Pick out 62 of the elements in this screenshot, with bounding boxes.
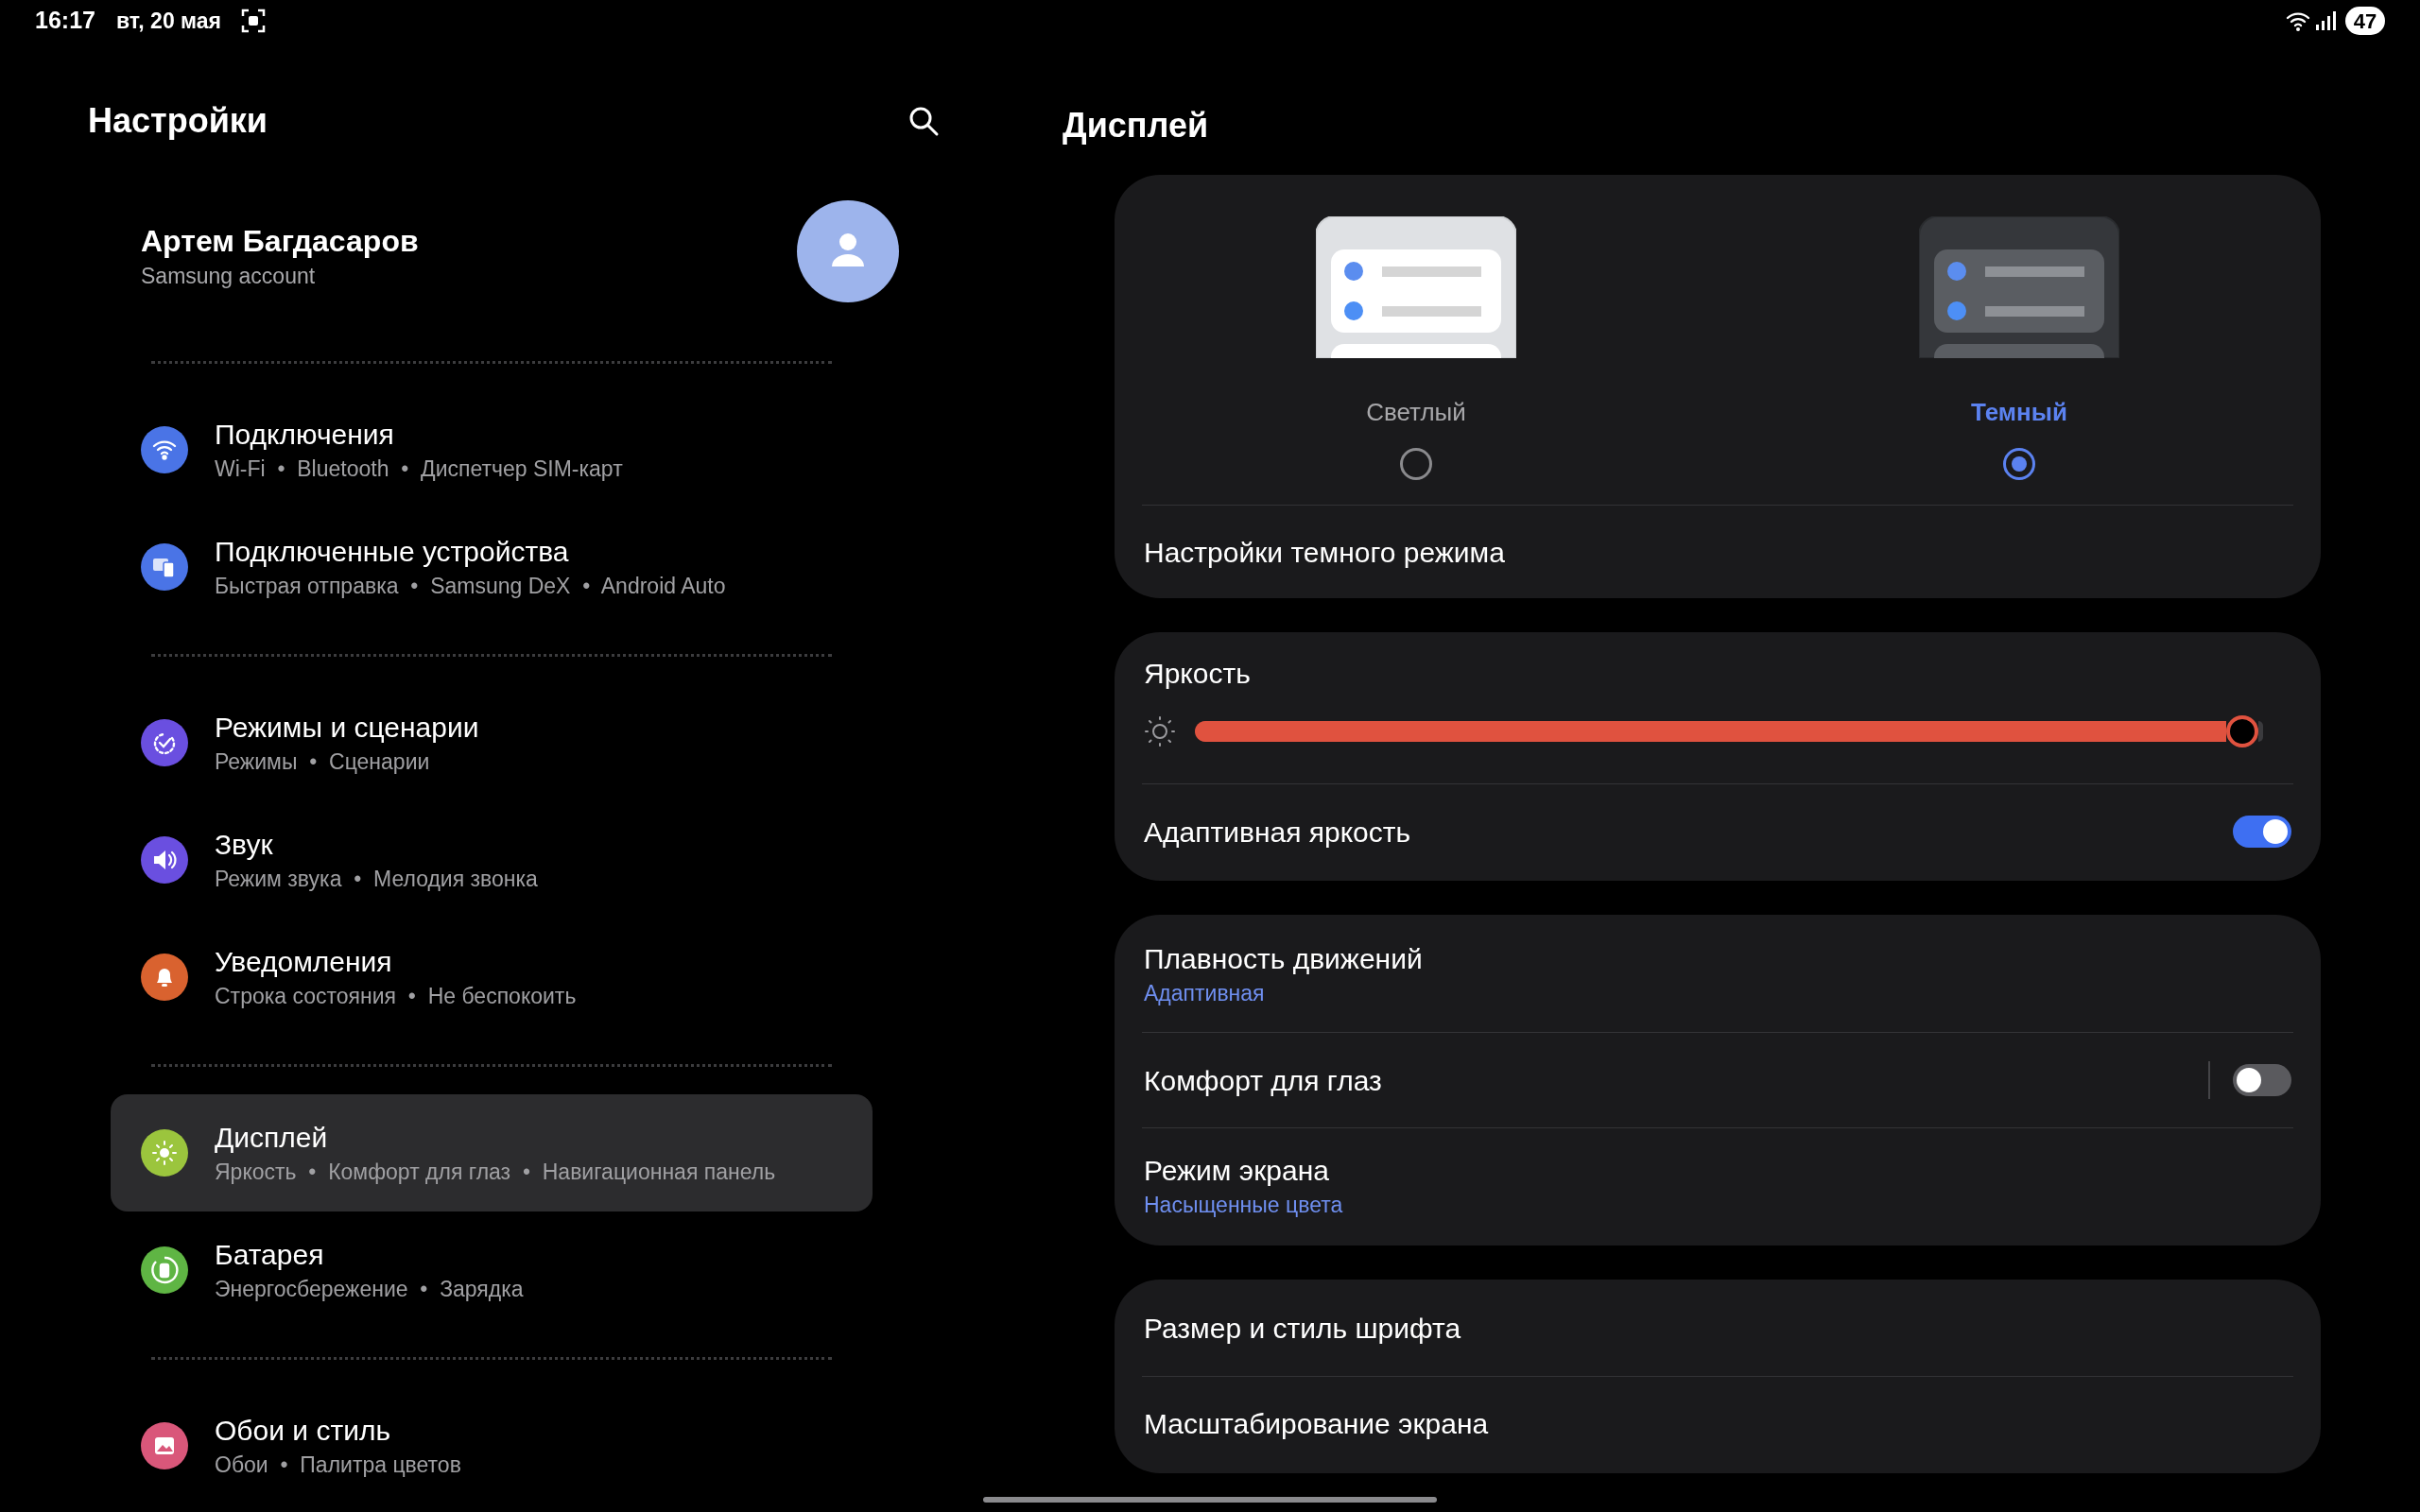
menu-item-subtitle: Энергосбережение • Зарядка bbox=[215, 1276, 524, 1303]
menu-item[interactable]: Дисплей Яркость • Комфорт для глаз • Навигационная панель bbox=[111, 1094, 873, 1211]
slider-track[interactable] bbox=[1195, 715, 2263, 747]
menu-item[interactable]: Подключенные устройства Быстрая отправка • Samsung DeX • Android Auto bbox=[111, 508, 873, 626]
settings-row[interactable]: Настройки темного режима bbox=[1115, 506, 2321, 598]
menu-item[interactable]: Обои и стиль Обои • Палитра цветов bbox=[111, 1387, 873, 1504]
menu-item-subtitle: Wi-Fi • Bluetooth • Диспетчер SIM-карт bbox=[215, 455, 623, 483]
row-label: Режим экрана bbox=[1144, 1154, 1330, 1188]
settings-row[interactable]: Плавность движений Адаптивная bbox=[1115, 917, 2321, 1032]
radio-button[interactable] bbox=[2003, 448, 2035, 480]
menu-item-title: Подключения bbox=[215, 418, 395, 452]
row-label: Яркость bbox=[1144, 657, 1252, 691]
toggle-switch[interactable] bbox=[2233, 1064, 2291, 1096]
row-label: Размер и стиль шрифта bbox=[1144, 1312, 1462, 1346]
toggle-switch[interactable] bbox=[2233, 816, 2291, 848]
menu-item-title: Режимы и сценарии bbox=[215, 711, 479, 745]
battery-indicator: 47 bbox=[2345, 7, 2385, 35]
menu-item-title: Подключенные устройства bbox=[215, 535, 570, 569]
profile-name: Артем Багдасаров bbox=[141, 223, 419, 260]
row-value: Насыщенные цвета bbox=[1144, 1192, 1344, 1219]
row-label: Адаптивная яркость bbox=[1144, 815, 1412, 850]
menu-item-title: Батарея bbox=[215, 1238, 325, 1272]
settings-row[interactable]: Масштабирование экрана bbox=[1142, 1377, 2293, 1471]
theme-label: Темный bbox=[1971, 397, 2067, 428]
radio-button[interactable] bbox=[1400, 448, 1432, 480]
menu-item-subtitle: Режим звука • Мелодия звонка bbox=[215, 866, 538, 893]
wifi-icon bbox=[2285, 9, 2311, 32]
settings-row[interactable]: Размер и стиль шрифта bbox=[1115, 1281, 2321, 1376]
row-label: Масштабирование экрана bbox=[1144, 1407, 1490, 1441]
page-title: Настройки bbox=[88, 100, 268, 142]
status-time: 16:17 bbox=[35, 6, 95, 36]
menu-item-subtitle: Строка состояния • Не беспокоить bbox=[215, 983, 577, 1010]
menu-item-title: Уведомления bbox=[215, 945, 393, 979]
slider-empty-part bbox=[2257, 721, 2263, 742]
menu-item-subtitle: Яркость • Комфорт для глаз • Навигационная панель bbox=[215, 1159, 776, 1186]
row-value: Адаптивная bbox=[1144, 980, 1266, 1007]
status-date: вт, 20 мая bbox=[115, 7, 221, 35]
screenshot-icon bbox=[240, 8, 267, 34]
menu-item[interactable]: Звук Режим звука • Мелодия звонка bbox=[111, 801, 873, 919]
search-icon[interactable] bbox=[908, 105, 940, 137]
menu-item[interactable]: Подключения Wi-Fi • Bluetooth • Диспетчер SIM-карт bbox=[111, 391, 873, 508]
menu-item-title: Звук bbox=[215, 828, 274, 862]
row-label: Плавность движений bbox=[1144, 942, 1424, 976]
theme-label: Светлый bbox=[1366, 397, 1466, 428]
theme-preview-drawing[interactable] bbox=[1919, 216, 2119, 358]
sun-icon bbox=[1144, 715, 1176, 747]
row-label: Комфорт для глаз bbox=[1144, 1063, 1383, 1098]
menu-item[interactable]: Батарея Энергосбережение • Зарядка bbox=[111, 1211, 873, 1329]
menu-item-subtitle: Быстрая отправка • Samsung DeX • Android Auto bbox=[215, 573, 726, 600]
signal-icon bbox=[2315, 10, 2336, 31]
menu-item-subtitle: Режимы • Сценарии bbox=[215, 748, 431, 776]
menu-item-subtitle: Обои • Палитра цветов bbox=[215, 1452, 461, 1479]
settings-row[interactable]: Режим экрана Насыщенные цвета bbox=[1142, 1128, 2293, 1244]
profile-card[interactable]: Артем Багдасаров Samsung account bbox=[0, 200, 983, 333]
menu-item[interactable]: Режимы и сценарии Режимы • Сценарии bbox=[111, 684, 873, 801]
menu-item[interactable]: Уведомления Строка состояния • Не беспокоить bbox=[111, 919, 873, 1036]
avatar-icon[interactable] bbox=[797, 200, 899, 302]
slider-thumb[interactable] bbox=[2225, 715, 2258, 747]
page-title: Дисплей bbox=[1063, 105, 1209, 146]
menu-item-title: Обои и стиль bbox=[215, 1414, 392, 1448]
menu-item-title: Дисплей bbox=[215, 1121, 329, 1155]
profile-subtitle: Samsung account bbox=[141, 263, 317, 290]
